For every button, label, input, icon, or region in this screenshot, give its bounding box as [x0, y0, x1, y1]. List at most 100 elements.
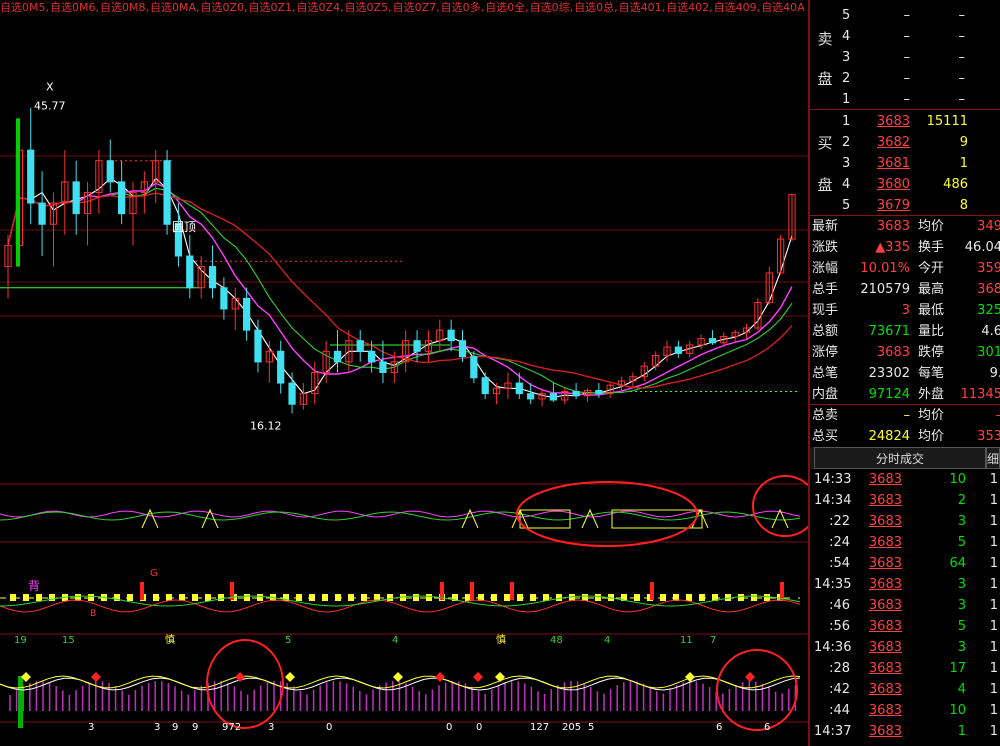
indicator-bar [530, 594, 536, 601]
stat-label: 总笔 [812, 366, 839, 381]
quote-row: 1 3683 15111 [810, 111, 1000, 132]
highlight-circle [752, 475, 808, 537]
tick-count: 1 [989, 682, 998, 697]
tick-price: 3683 [868, 472, 902, 487]
candle-body [242, 297, 251, 331]
volume-bottom-label: 127 [530, 722, 549, 733]
candle-body [595, 389, 603, 395]
candle-body [481, 377, 489, 395]
indicator-bar [36, 594, 42, 601]
quote-row: 14:33 3683 10 1 [810, 469, 1000, 490]
signal-diamond [91, 672, 101, 682]
bid-volume: 9 [959, 135, 968, 150]
stat-label: 内盘 [812, 387, 839, 402]
tick-time: :22 [829, 514, 850, 529]
ask-volume: – [958, 71, 966, 86]
tick-price: 3683 [868, 640, 902, 655]
watchlist-tab[interactable]: 自选0全, [485, 1, 529, 14]
ask-price: – [903, 8, 911, 23]
indicator-bar [140, 582, 144, 600]
quote-row: 4 3680 486 [810, 174, 1000, 195]
watchlist-tab[interactable]: 自选409, [714, 1, 761, 14]
watchlist-tab[interactable]: 自选0综, [530, 1, 574, 14]
candle-body [333, 350, 342, 363]
stat-value: 46.04 [964, 240, 1000, 255]
watchlist-tab-bar: 自选0M5,自选0M6,自选0M8,自选0MA,自选0Z0,自选0Z1,自选0Z… [0, 0, 808, 16]
watchlist-tab[interactable]: 自选0Z1, [249, 1, 296, 14]
quote-row: :22 3683 3 1 [810, 511, 1000, 532]
candle-body [413, 340, 421, 352]
tick-volume: 10 [949, 472, 966, 487]
indicator-peak [691, 508, 709, 529]
tick-price: 3683 [868, 703, 902, 718]
volume-bottom-label: 6 [764, 722, 770, 733]
indicator-line [0, 510, 801, 518]
watchlist-tab[interactable]: 自选0Z5, [345, 1, 392, 14]
watchlist-tab[interactable]: 自选0多, [441, 1, 485, 14]
stat-label: 涨幅 [812, 261, 839, 276]
tab-ticks[interactable]: 分时成交 [814, 447, 986, 469]
volume-top-label: 4 [392, 635, 398, 646]
stat-label: 今开 [918, 261, 945, 276]
tick-count: 1 [989, 703, 998, 718]
ask-volume: – [958, 92, 966, 107]
watchlist-tab[interactable]: 自选40A [761, 1, 805, 14]
ask-level: 2 [842, 71, 851, 86]
watchlist-tab[interactable]: 自选0总, [574, 1, 618, 14]
volume-top-label: 11 [680, 635, 693, 646]
tick-count: 1 [989, 472, 998, 487]
candle-body [163, 160, 171, 225]
ask-price: – [903, 71, 911, 86]
indicator-bar [296, 594, 302, 601]
indicator-bar [205, 594, 211, 601]
tick-count: 1 [989, 640, 998, 655]
indicator-bar [153, 594, 159, 601]
indicator-bar [387, 594, 393, 601]
volume-bottom-label: 9 [172, 722, 178, 733]
candle-body [572, 391, 580, 397]
tab-detail[interactable]: 细 [986, 447, 1000, 469]
signal-label: G [150, 568, 158, 579]
volume-bottom-label: 205 [562, 722, 581, 733]
signal-diamond [285, 672, 295, 682]
stat-value: 11345 [960, 387, 1000, 402]
quote-row: 14:34 3683 2 1 [810, 490, 1000, 511]
kline-chart[interactable]: X 45.77 圆顶 16.12 背 G B 19 15 慎 5 4 慎 48 4 11 7 3 3 9 9 972 3 0 0… [0, 16, 808, 746]
watchlist-tab[interactable]: 自选0Z0, [200, 1, 247, 14]
stat-label: 最高 [918, 282, 945, 297]
tick-volume: 5 [957, 619, 966, 634]
ask-price: – [903, 29, 911, 44]
stat-value: 325 [977, 303, 1000, 318]
quote-row: :44 3683 10 1 [810, 700, 1000, 721]
tick-price: 3683 [868, 619, 902, 634]
tick-count: 1 [989, 619, 998, 634]
candle-body [16, 118, 20, 267]
tick-price: 3683 [868, 724, 902, 739]
volume-bottom-label: 9 [192, 722, 198, 733]
indicator-bar [88, 594, 94, 601]
ask-level: 3 [842, 50, 851, 65]
signal-label: 背 [28, 579, 40, 593]
indicator-bar [660, 594, 666, 601]
watchlist-tab[interactable]: 自选401, [619, 1, 666, 14]
watchlist-tab[interactable]: 自选0M6, [50, 1, 99, 14]
stat-value: 301 [977, 345, 1000, 360]
watchlist-tab[interactable]: 自选0MA, [150, 1, 200, 14]
watchlist-tab[interactable]: 自选0Z4, [297, 1, 344, 14]
quote-row: 涨停 3683 跌停 301 [810, 342, 1000, 363]
quote-row: :46 3683 3 1 [810, 595, 1000, 616]
quote-row: 14:35 3683 3 1 [810, 574, 1000, 595]
stat-value: 210579 [860, 282, 910, 297]
indicator-bar [504, 594, 510, 601]
low-price-label: 16.12 [250, 420, 282, 433]
bid-level: 4 [842, 177, 851, 192]
stat-value: 73671 [868, 324, 910, 339]
quote-panel: 卖 盘 5– –4– –3– –2– –1– – 买 盘 1 3683 15111 2 3682 9… [810, 0, 1000, 746]
ask-price: – [903, 50, 911, 65]
tick-volume: 3 [957, 640, 966, 655]
watchlist-tab[interactable]: 自选402, [666, 1, 713, 14]
watchlist-tab[interactable]: 自选0M8, [100, 1, 149, 14]
watchlist-tab[interactable]: 自选0Z7, [393, 1, 440, 14]
ask-level: 1 [842, 92, 851, 107]
watchlist-tab[interactable]: 自选0M5, [0, 1, 49, 14]
